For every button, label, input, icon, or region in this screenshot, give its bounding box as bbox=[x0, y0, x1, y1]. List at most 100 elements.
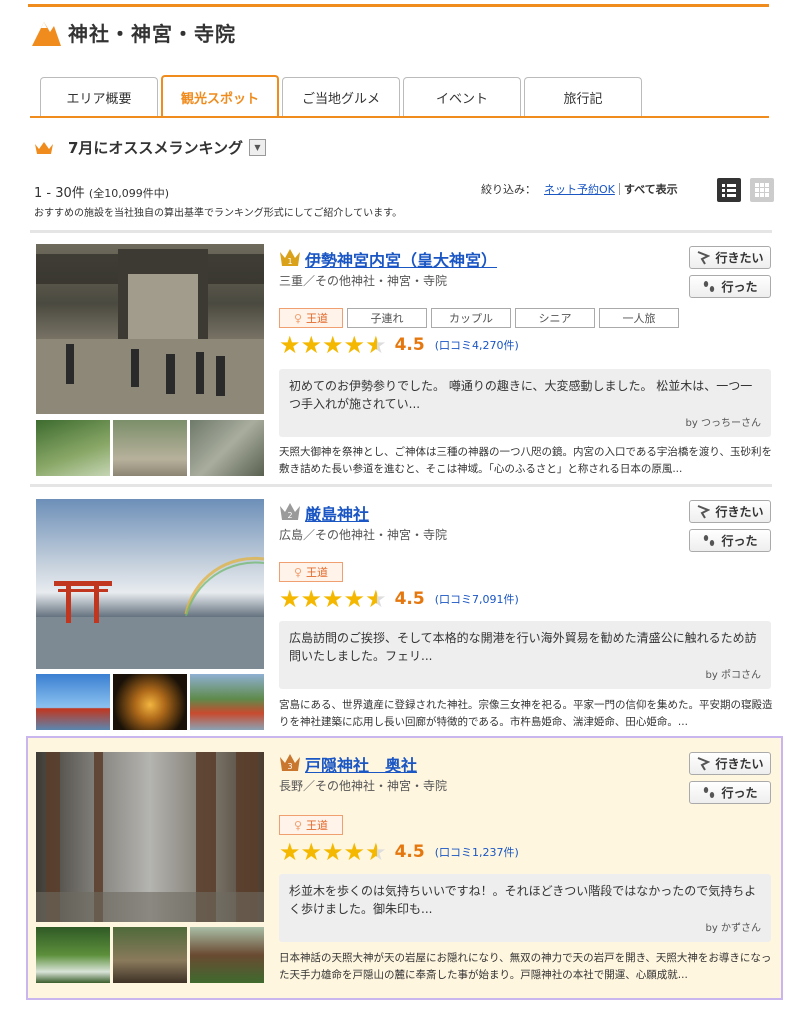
spot-thumbnail[interactable] bbox=[113, 927, 187, 983]
result-total: (全10,099件中) bbox=[88, 187, 169, 200]
spot-area: 三重／その他神社・神宮・寺院 bbox=[279, 274, 448, 288]
svg-text:2: 2 bbox=[287, 511, 292, 520]
ranking-header: 7月にオススメランキング ▼ bbox=[34, 137, 266, 158]
chevron-down-icon[interactable]: ▼ bbox=[249, 139, 266, 156]
rating-score: 4.5 bbox=[394, 335, 425, 355]
filter-bar: 絞り込み： ネット予約OK すべて表示 bbox=[481, 181, 678, 197]
tag: シニア bbox=[515, 308, 595, 328]
want-to-go-button[interactable]: 行きたい bbox=[689, 752, 771, 775]
half-star-icon: ★ bbox=[365, 331, 387, 359]
spot-summary: 天照大御神を祭神とし、ご神体は三種の神器の一つ八咫の鏡。内宮の入口である宇治橋を… bbox=[279, 446, 772, 475]
rating: ★ ★ ★ ★ ★ 4.5 (口コミ1,237件) bbox=[279, 840, 519, 864]
review-author: by かずさん bbox=[705, 923, 761, 934]
review-author: by つっちーさん bbox=[685, 418, 761, 429]
tab-local-gourmet[interactable]: ご当地グルメ bbox=[282, 77, 400, 117]
list-view-icon[interactable] bbox=[717, 178, 741, 202]
filter-net-booking-link[interactable]: ネット予約OK bbox=[544, 181, 615, 197]
svg-text:3: 3 bbox=[287, 762, 292, 771]
spot-main-photo[interactable] bbox=[36, 499, 265, 669]
spot-summary: 日本神話の天照大神が天の岩屋にお隠れになり、無双の神力で天の岩戸を開き、天照大神… bbox=[279, 952, 772, 981]
spot-thumbnail[interactable] bbox=[113, 420, 187, 476]
rating: ★ ★ ★ ★ ★ 4.5 (口コミ7,091件) bbox=[279, 587, 519, 611]
went-label: 行った bbox=[721, 534, 758, 548]
footprints-icon bbox=[704, 280, 715, 292]
rating-score: 4.5 bbox=[394, 589, 425, 609]
want-to-go-button[interactable]: 行きたい bbox=[689, 500, 771, 523]
star-icon: ★ bbox=[322, 585, 344, 613]
page-header: 神社・神宮・寺院 bbox=[30, 14, 236, 50]
spot-thumbnail[interactable] bbox=[36, 674, 110, 730]
crown-icon bbox=[35, 141, 53, 154]
filter-divider bbox=[618, 183, 620, 195]
spot-thumbnail[interactable] bbox=[190, 927, 264, 983]
review-author: by ポコさん bbox=[705, 670, 761, 681]
spot-thumbnail[interactable] bbox=[113, 674, 187, 730]
spot-area: 広島／その他神社・神宮・寺院 bbox=[279, 528, 448, 542]
review-count-link[interactable]: (口コミ7,091件) bbox=[435, 591, 519, 607]
star-icon: ★ bbox=[300, 838, 323, 866]
ranking-title: 7月にオススメランキング bbox=[68, 139, 243, 157]
footprints-icon bbox=[704, 534, 715, 546]
result-count: 1 - 30件 (全10,099件中) bbox=[34, 182, 169, 201]
spot-card: 1 伊勢神宮内宮（皇大神宮） 三重／その他神社・神宮・寺院 行きたい 行った 王… bbox=[30, 230, 772, 482]
top-accent-line bbox=[28, 4, 769, 7]
page-title: 神社・神宮・寺院 bbox=[68, 21, 236, 46]
star-icon: ★ bbox=[343, 331, 366, 359]
tab-events[interactable]: イベント bbox=[403, 77, 521, 117]
rank-2-crown-icon: 2 bbox=[280, 503, 300, 520]
want-to-go-label: 行きたい bbox=[715, 505, 764, 519]
went-button[interactable]: 行った bbox=[689, 529, 771, 552]
tag: 一人旅 bbox=[599, 308, 679, 328]
spot-thumbnail[interactable] bbox=[190, 674, 264, 730]
spot-name-link[interactable]: 厳島神社 bbox=[305, 501, 369, 525]
star-icon: ★ bbox=[279, 838, 301, 866]
grid-view-icon[interactable] bbox=[750, 178, 774, 202]
flag-icon bbox=[698, 756, 711, 771]
want-to-go-label: 行きたい bbox=[715, 757, 764, 771]
review-text: 初めてのお伊勢参りでした。 噂通りの趣きに、大変感動しました。 松並木は、一つ一… bbox=[289, 379, 753, 411]
filter-label: 絞り込み： bbox=[481, 183, 536, 196]
tag-list: 王道 bbox=[279, 815, 347, 835]
star-icon: ★ bbox=[343, 838, 366, 866]
spot-name-link[interactable]: 戸隠神社 奥社 bbox=[305, 752, 417, 776]
review-snippet[interactable]: 初めてのお伊勢参りでした。 噂通りの趣きに、大変感動しました。 松並木は、一つ一… bbox=[279, 369, 771, 437]
review-count-link[interactable]: (口コミ1,237件) bbox=[435, 844, 519, 860]
flag-icon bbox=[698, 250, 711, 265]
want-to-go-button[interactable]: 行きたい bbox=[689, 246, 771, 269]
review-snippet[interactable]: 杉並木を歩くのは気持ちいいですね！。それほどきつい階段ではなかったので気持ちよく… bbox=[279, 874, 771, 942]
tab-travelogue[interactable]: 旅行記 bbox=[524, 77, 642, 117]
spot-thumbnail[interactable] bbox=[36, 927, 110, 983]
tag-list: 王道 bbox=[279, 562, 347, 582]
went-button[interactable]: 行った bbox=[689, 781, 771, 804]
tab-sightseeing[interactable]: 観光スポット bbox=[161, 75, 279, 117]
went-button[interactable]: 行った bbox=[689, 275, 771, 298]
spot-thumbnail[interactable] bbox=[190, 420, 264, 476]
review-text: 広島訪問のご挨拶、そして本格的な開港を行い海外貿易を勧めた清盛公に触れるため訪問… bbox=[289, 631, 757, 663]
tag-main: 王道 bbox=[279, 562, 343, 582]
star-icon: ★ bbox=[279, 585, 301, 613]
tab-bar: エリア概要 観光スポット ご当地グルメ イベント 旅行記 bbox=[40, 75, 645, 117]
filter-show-all[interactable]: すべて表示 bbox=[624, 181, 678, 197]
result-range: 1 - 30件 bbox=[34, 186, 85, 201]
tag: カップル bbox=[431, 308, 511, 328]
tab-area-overview[interactable]: エリア概要 bbox=[40, 77, 158, 117]
want-to-go-label: 行きたい bbox=[715, 251, 764, 265]
star-icon: ★ bbox=[300, 585, 323, 613]
star-icon: ★ bbox=[300, 331, 323, 359]
tag-main: 王道 bbox=[279, 308, 343, 328]
spot-main-photo[interactable] bbox=[36, 752, 264, 922]
spot-summary: 宮島にある、世界遺産に登録された神社。宗像三女神を祀る。平家一門の信仰を集めた。… bbox=[279, 699, 773, 728]
flag-icon bbox=[698, 504, 711, 519]
mountain-logo-icon bbox=[32, 22, 61, 46]
tab-underline bbox=[30, 116, 769, 118]
ranking-description: おすすめの施設を当社独自の算出基準でランキング形式にしてご紹介しています。 bbox=[34, 208, 403, 219]
rating-score: 4.5 bbox=[394, 842, 425, 862]
review-snippet[interactable]: 広島訪問のご挨拶、そして本格的な開港を行い海外貿易を勧めた清盛公に触れるため訪問… bbox=[279, 621, 771, 689]
spot-main-photo[interactable] bbox=[36, 244, 264, 414]
rank-3-crown-icon: 3 bbox=[280, 754, 300, 771]
tag-main: 王道 bbox=[279, 815, 343, 835]
review-count-link[interactable]: (口コミ4,270件) bbox=[435, 337, 519, 353]
spot-name-link[interactable]: 伊勢神宮内宮（皇大神宮） bbox=[305, 247, 497, 271]
spot-card: 3 戸隠神社 奥社 長野／その他神社・神宮・寺院 行きたい 行った 王道 ★★★… bbox=[26, 736, 783, 1000]
spot-thumbnail[interactable] bbox=[36, 420, 110, 476]
